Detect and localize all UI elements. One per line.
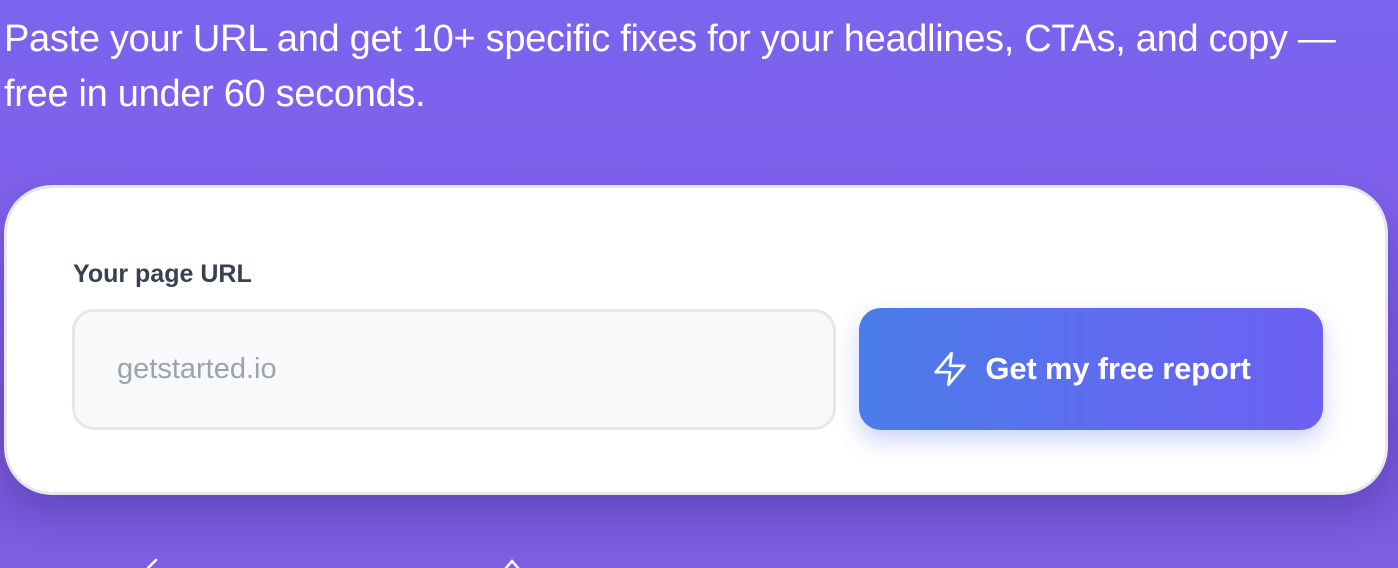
hero-subtitle: Paste your URL and get 10+ specific fixe…	[4, 18, 1336, 115]
url-input[interactable]	[72, 309, 836, 430]
lightning-bolt-icon	[934, 351, 967, 387]
get-free-report-label: Get my free report	[985, 351, 1251, 386]
cut-off-content-edge	[146, 558, 520, 568]
url-form-card: Your page URL Get my free report	[4, 185, 1388, 495]
get-free-report-button[interactable]: Get my free report	[859, 308, 1323, 430]
url-field-label: Your page URL	[73, 260, 252, 288]
